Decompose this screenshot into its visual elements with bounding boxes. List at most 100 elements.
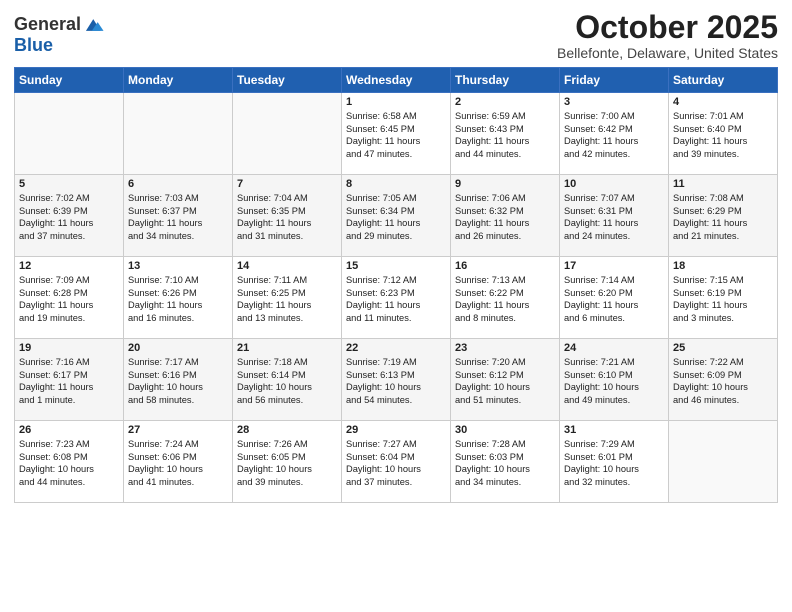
day-info: Sunrise: 7:12 AM Sunset: 6:23 PM Dayligh… [346,274,446,324]
day-info: Sunrise: 7:07 AM Sunset: 6:31 PM Dayligh… [564,192,664,242]
day-number: 26 [19,424,119,436]
table-cell: 30Sunrise: 7:28 AM Sunset: 6:03 PM Dayli… [451,421,560,503]
table-cell: 7Sunrise: 7:04 AM Sunset: 6:35 PM Daylig… [233,175,342,257]
th-tuesday: Tuesday [233,68,342,93]
table-cell: 3Sunrise: 7:00 AM Sunset: 6:42 PM Daylig… [560,93,669,175]
title-area: October 2025 Bellefonte, Delaware, Unite… [557,10,778,61]
table-cell: 14 Sunrise: 7:11 AM Sunset: 6:25 PM Dayli… [233,257,342,339]
day-number: 31 [564,424,664,436]
day-info: Sunrise: 7:11 AM Sunset: 6:25 PM Dayligh… [237,274,337,324]
calendar-row-3: 12 Sunrise: 7:09 AM Sunset: 6:28 PM Dayli… [15,257,778,339]
table-cell: 25Sunrise: 7:22 AM Sunset: 6:09 PM Dayli… [669,339,778,421]
table-cell: 15 Sunrise: 7:12 AM Sunset: 6:23 PM Dayli… [342,257,451,339]
calendar-row-1: 1Sunrise: 6:58 AM Sunset: 6:45 PM Daylig… [15,93,778,175]
day-number: 5 [19,178,119,190]
logo-blue: Blue [14,35,53,55]
day-number: 18 [673,260,773,272]
logo-general: General [14,15,81,35]
day-info: Sunrise: 7:09 AM Sunset: 6:28 PM Dayligh… [19,274,119,324]
table-cell [15,93,124,175]
logo: General Blue [14,14,105,56]
table-cell: 23 Sunrise: 7:20 AM Sunset: 6:12 PM Dayli… [451,339,560,421]
table-cell: 4Sunrise: 7:01 AM Sunset: 6:40 PM Daylig… [669,93,778,175]
day-number: 12 [19,260,119,272]
day-info: Sunrise: 7:24 AM Sunset: 6:06 PM Dayligh… [128,438,228,488]
day-number: 21 [237,342,337,354]
day-number: 29 [346,424,446,436]
table-cell: 9Sunrise: 7:06 AM Sunset: 6:32 PM Daylig… [451,175,560,257]
th-saturday: Saturday [669,68,778,93]
th-thursday: Thursday [451,68,560,93]
day-number: 23 [455,342,555,354]
calendar-row-4: 19Sunrise: 7:16 AM Sunset: 6:17 PM Dayli… [15,339,778,421]
day-number: 22 [346,342,446,354]
day-info: Sunrise: 7:29 AM Sunset: 6:01 PM Dayligh… [564,438,664,488]
day-info: Sunrise: 7:05 AM Sunset: 6:34 PM Dayligh… [346,192,446,242]
day-info: Sunrise: 7:27 AM Sunset: 6:04 PM Dayligh… [346,438,446,488]
page: General Blue October 2025 Bellefonte, De… [0,0,792,612]
day-info: Sunrise: 7:18 AM Sunset: 6:14 PM Dayligh… [237,356,337,406]
day-number: 9 [455,178,555,190]
day-number: 24 [564,342,664,354]
table-cell: 16 Sunrise: 7:13 AM Sunset: 6:22 PM Dayli… [451,257,560,339]
day-info: Sunrise: 7:17 AM Sunset: 6:16 PM Dayligh… [128,356,228,406]
day-number: 4 [673,96,773,108]
day-info: Sunrise: 7:22 AM Sunset: 6:09 PM Dayligh… [673,356,773,406]
table-cell: 1Sunrise: 6:58 AM Sunset: 6:45 PM Daylig… [342,93,451,175]
th-sunday: Sunday [15,68,124,93]
day-number: 27 [128,424,228,436]
table-cell: 22 Sunrise: 7:19 AM Sunset: 6:13 PM Dayli… [342,339,451,421]
day-info: Sunrise: 6:59 AM Sunset: 6:43 PM Dayligh… [455,110,555,160]
table-cell: 8 Sunrise: 7:05 AM Sunset: 6:34 PM Daylig… [342,175,451,257]
day-number: 11 [673,178,773,190]
location: Bellefonte, Delaware, United States [557,45,778,61]
day-number: 30 [455,424,555,436]
table-cell: 11 Sunrise: 7:08 AM Sunset: 6:29 PM Dayli… [669,175,778,257]
day-number: 2 [455,96,555,108]
day-number: 28 [237,424,337,436]
day-number: 8 [346,178,446,190]
logo-icon [83,14,105,36]
day-number: 15 [346,260,446,272]
table-cell [233,93,342,175]
calendar-row-5: 26 Sunrise: 7:23 AM Sunset: 6:08 PM Dayli… [15,421,778,503]
table-cell: 29 Sunrise: 7:27 AM Sunset: 6:04 PM Dayli… [342,421,451,503]
day-info: Sunrise: 7:16 AM Sunset: 6:17 PM Dayligh… [19,356,119,406]
day-number: 7 [237,178,337,190]
day-number: 20 [128,342,228,354]
table-cell: 21 Sunrise: 7:18 AM Sunset: 6:14 PM Dayli… [233,339,342,421]
table-cell: 12 Sunrise: 7:09 AM Sunset: 6:28 PM Dayli… [15,257,124,339]
table-cell: 10 Sunrise: 7:07 AM Sunset: 6:31 PM Dayli… [560,175,669,257]
day-number: 14 [237,260,337,272]
calendar: Sunday Monday Tuesday Wednesday Thursday… [14,67,778,503]
day-info: Sunrise: 7:26 AM Sunset: 6:05 PM Dayligh… [237,438,337,488]
day-number: 16 [455,260,555,272]
day-info: Sunrise: 7:14 AM Sunset: 6:20 PM Dayligh… [564,274,664,324]
table-cell: 20 Sunrise: 7:17 AM Sunset: 6:16 PM Dayli… [124,339,233,421]
table-cell: 19Sunrise: 7:16 AM Sunset: 6:17 PM Dayli… [15,339,124,421]
day-info: Sunrise: 7:21 AM Sunset: 6:10 PM Dayligh… [564,356,664,406]
table-cell: 28 Sunrise: 7:26 AM Sunset: 6:05 PM Dayli… [233,421,342,503]
th-wednesday: Wednesday [342,68,451,93]
table-cell: 27 Sunrise: 7:24 AM Sunset: 6:06 PM Dayli… [124,421,233,503]
day-info: Sunrise: 7:19 AM Sunset: 6:13 PM Dayligh… [346,356,446,406]
day-number: 10 [564,178,664,190]
header: General Blue October 2025 Bellefonte, De… [14,10,778,61]
table-cell [124,93,233,175]
day-number: 6 [128,178,228,190]
day-number: 13 [128,260,228,272]
day-info: Sunrise: 7:23 AM Sunset: 6:08 PM Dayligh… [19,438,119,488]
month-title: October 2025 [557,10,778,45]
table-cell: 26 Sunrise: 7:23 AM Sunset: 6:08 PM Dayli… [15,421,124,503]
table-cell: 2 Sunrise: 6:59 AM Sunset: 6:43 PM Daylig… [451,93,560,175]
table-cell: 13Sunrise: 7:10 AM Sunset: 6:26 PM Dayli… [124,257,233,339]
table-cell: 18Sunrise: 7:15 AM Sunset: 6:19 PM Dayli… [669,257,778,339]
table-cell: 6Sunrise: 7:03 AM Sunset: 6:37 PM Daylig… [124,175,233,257]
weekday-header-row: Sunday Monday Tuesday Wednesday Thursday… [15,68,778,93]
day-info: Sunrise: 7:13 AM Sunset: 6:22 PM Dayligh… [455,274,555,324]
day-info: Sunrise: 7:20 AM Sunset: 6:12 PM Dayligh… [455,356,555,406]
table-cell: 24 Sunrise: 7:21 AM Sunset: 6:10 PM Dayli… [560,339,669,421]
day-info: Sunrise: 7:08 AM Sunset: 6:29 PM Dayligh… [673,192,773,242]
day-info: Sunrise: 7:00 AM Sunset: 6:42 PM Dayligh… [564,110,664,160]
day-info: Sunrise: 7:02 AM Sunset: 6:39 PM Dayligh… [19,192,119,242]
